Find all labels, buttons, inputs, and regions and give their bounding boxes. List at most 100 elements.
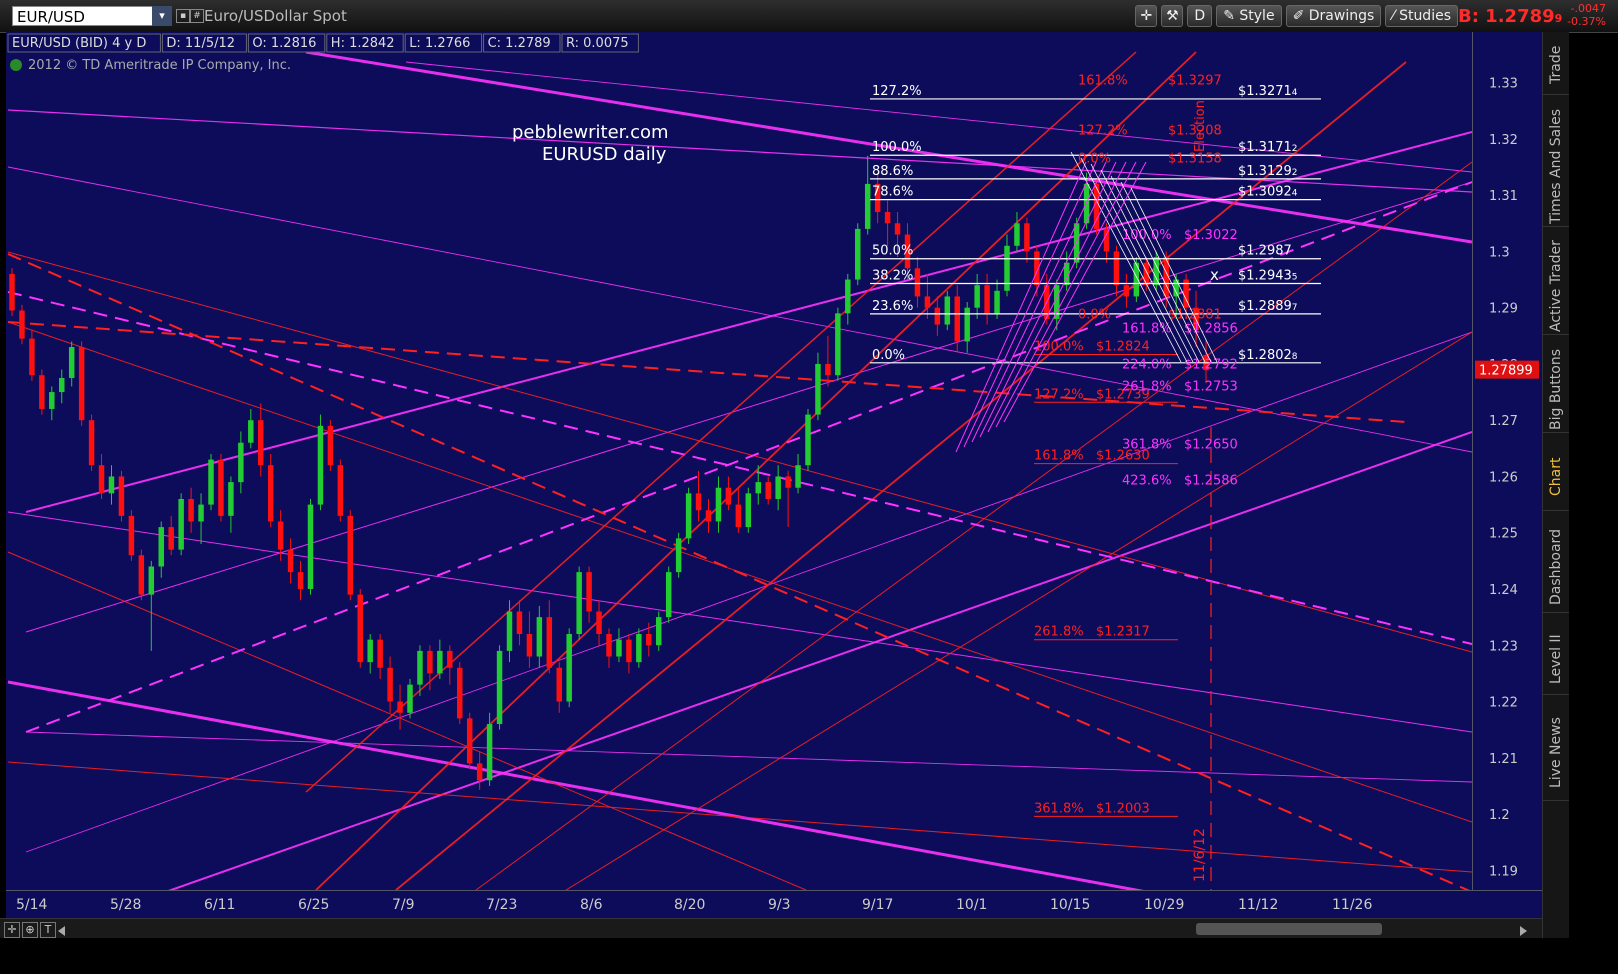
tab-trade[interactable]: Trade	[1543, 36, 1569, 95]
info-icon	[10, 59, 22, 71]
tab-chart[interactable]: Chart	[1543, 444, 1569, 511]
candle-body	[685, 493, 692, 539]
time-tick-label: 9/17	[862, 897, 893, 913]
studies-icon: ⁄	[1392, 8, 1395, 24]
fib-red-pct: 127.2%	[1034, 387, 1084, 402]
scroll-left-icon[interactable]	[58, 926, 65, 936]
fib-level-pct: 78.6%	[872, 185, 913, 200]
style-label: Style	[1239, 8, 1275, 24]
candle-body	[954, 296, 960, 342]
tab-big-buttons[interactable]: Big Buttons	[1543, 346, 1569, 433]
trend-line	[475, 161, 1472, 890]
pencil-icon: ✐	[1292, 8, 1305, 24]
candle-body	[616, 639, 622, 657]
candle-body	[68, 347, 75, 379]
candle-body	[59, 378, 65, 393]
chart-canvas[interactable]: 127.2% $1.32714 100.0% $1.31712 88.6% $1.3129…	[6, 32, 1472, 890]
time-axis[interactable]: 5/14 5/28 6/11 6/25 7/9 7/23 8/6 8/20 9/3 9/17 10/…	[6, 890, 1542, 919]
fib-level-pct: 23.6%	[872, 299, 913, 314]
link-icon[interactable]: ▪	[176, 9, 190, 23]
fib-level-price: $1.32714	[1238, 84, 1298, 99]
price-tick-label: 1.33	[1489, 77, 1518, 92]
fib-level-pct: 100.0%	[872, 140, 922, 155]
candle-body	[845, 279, 851, 314]
candle-body	[775, 476, 781, 499]
candle-body	[835, 313, 841, 376]
tab-times-and-sales[interactable]: Times And Sales	[1543, 106, 1569, 227]
vertical-date-label: 11/6/12	[1192, 828, 1208, 882]
candle-body	[297, 572, 304, 589]
candle-body	[208, 459, 214, 505]
symbol-input[interactable]: EUR/USD	[12, 6, 158, 26]
fib-red-price: $1.3297	[1168, 73, 1222, 88]
candle-body	[277, 521, 284, 550]
candle-body	[656, 617, 662, 646]
trend-line	[7, 680, 1145, 890]
style-button[interactable]: ✎ Style	[1216, 5, 1282, 27]
chart-scrollbar[interactable]: ✛ ⊕ T	[0, 918, 1542, 939]
candle-body	[536, 617, 543, 657]
tab-active-trader[interactable]: Active Trader	[1543, 238, 1569, 335]
crosshair-icon[interactable]: ✛	[1135, 5, 1158, 27]
fib-magenta-pct: 224.0%	[1122, 357, 1172, 372]
scrollbar-thumb[interactable]	[1196, 923, 1382, 935]
candle-body	[476, 763, 483, 781]
studies-label: Studies	[1399, 8, 1451, 24]
time-tick-label: 5/14	[16, 897, 48, 913]
tab-dashboard[interactable]: Dashboard	[1543, 522, 1569, 613]
top-toolbar: EUR/USD ▾ ▪ # Euro/USDollar Spot ✛ ⚒ D ✎…	[0, 0, 1618, 33]
info-cell-text: D: 11/5/12	[166, 36, 235, 51]
scroll-right-icon[interactable]	[1520, 926, 1527, 936]
fib-red-pct: 0.0%	[1078, 307, 1111, 322]
drawings-button[interactable]: ✐ Drawings	[1285, 5, 1382, 27]
fib-level-price: $1.29435	[1238, 268, 1298, 283]
price-axis[interactable]: 1.331.321.311.31.291.281.271.261.251.241…	[1472, 32, 1543, 890]
candle-body	[884, 212, 891, 224]
hash-icon[interactable]: #	[190, 9, 204, 23]
candle-body	[78, 347, 85, 421]
candle-body	[486, 724, 493, 781]
time-tick-label: 7/23	[486, 897, 517, 913]
fib-level-pct: 0.0%	[872, 348, 905, 363]
zoom-in-icon[interactable]: ⊕	[22, 922, 38, 938]
candle-body	[636, 634, 642, 663]
candle-body	[457, 667, 463, 719]
fib-red-pct: 361.8%	[1034, 801, 1084, 816]
right-sidebar-tabs: Trade Times And Sales Active Trader Big But…	[1542, 32, 1569, 938]
text-tool-icon[interactable]: T	[40, 922, 56, 938]
candle-body	[855, 228, 861, 280]
candle-body	[526, 634, 533, 657]
fib-magenta-price: $1.2650	[1184, 437, 1238, 452]
dashed-trend-line	[7, 291, 1472, 645]
candle-body	[944, 296, 951, 325]
studies-button[interactable]: ⁄ Studies	[1385, 5, 1458, 27]
time-tick-label: 5/28	[110, 897, 141, 913]
net-change: -.0047 -0.37%	[1567, 2, 1606, 28]
tab-level-ii[interactable]: Level II	[1543, 624, 1569, 695]
tab-live-news[interactable]: Live News	[1543, 706, 1569, 801]
candle-body	[675, 538, 682, 573]
fan-line	[963, 161, 1097, 448]
candle-body	[39, 375, 45, 409]
candle-body	[228, 482, 234, 516]
candle-body	[118, 476, 125, 516]
candle-body	[407, 684, 413, 713]
candle-body	[327, 425, 334, 466]
price-tick-label: 1.2	[1489, 808, 1510, 823]
candle-body	[1123, 285, 1130, 297]
price-chart[interactable]: 127.2% $1.32714 100.0% $1.31712 88.6% $1.3129…	[6, 32, 1472, 890]
fib-magenta-price: $1.3022	[1184, 228, 1238, 243]
zoom-out-icon[interactable]: ✛	[4, 922, 20, 938]
time-tick-label: 8/20	[674, 897, 705, 913]
candle-body	[198, 504, 204, 522]
candle-body	[178, 498, 184, 550]
symbol-dropdown-button[interactable]: ▾	[152, 6, 172, 26]
price-tick-label: 1.22	[1489, 696, 1518, 711]
candle-body	[387, 667, 393, 702]
mode-button[interactable]: D	[1187, 5, 1213, 27]
candle-body	[665, 572, 672, 618]
price-tick-label: 1.32	[1489, 133, 1518, 148]
wrench-icon[interactable]: ⚒	[1161, 5, 1184, 27]
fib-level-price: $1.2987	[1238, 244, 1292, 259]
info-cell-text: H: 1.2842	[331, 36, 395, 51]
